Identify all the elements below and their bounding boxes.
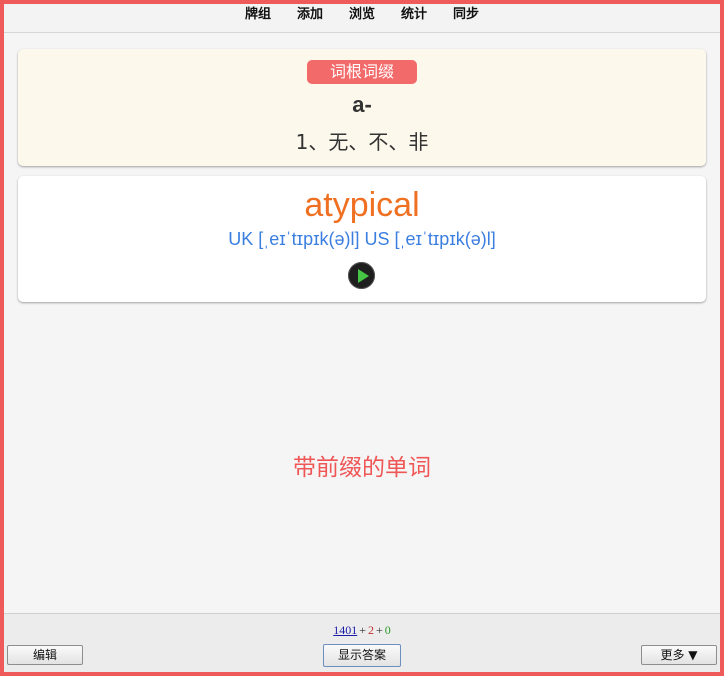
- nav-browse[interactable]: 浏览: [349, 1, 375, 29]
- affix-meaning: 1、无、不、非: [295, 130, 429, 154]
- due-counts: 1401 +2 +0: [4, 623, 720, 638]
- headword: atypical: [304, 186, 420, 224]
- show-answer-button[interactable]: 显示答案: [323, 644, 401, 667]
- nav-stats[interactable]: 统计: [401, 1, 427, 29]
- phonetic-text: UK [ˌeɪˈtɪpɪk(ə)l] US [ˌeɪˈtɪpɪk(ə)l]: [228, 229, 496, 249]
- word-card: atypical UK [ˌeɪˈtɪpɪk(ə)l] US [ˌeɪˈtɪpɪ…: [18, 176, 706, 302]
- more-button[interactable]: 更多 ▼: [641, 645, 717, 665]
- card-hint: 带前缀的单词: [293, 455, 431, 481]
- nav-add[interactable]: 添加: [297, 1, 323, 29]
- top-nav: 牌组 添加 浏览 统计 同步: [4, 4, 720, 33]
- play-icon[interactable]: [348, 262, 375, 289]
- nav-decks[interactable]: 牌组: [245, 1, 271, 29]
- plus-separator: +: [376, 623, 383, 637]
- learn-count: 2: [368, 623, 374, 637]
- root-affix-card: 词根词缀 a- 1、无、不、非: [18, 49, 706, 166]
- root-affix-badge: 词根词缀: [307, 60, 417, 84]
- nav-sync[interactable]: 同步: [453, 1, 479, 29]
- edit-button[interactable]: 编辑: [7, 645, 83, 665]
- review-count: 0: [384, 623, 391, 637]
- bottom-bar: 1401 +2 +0 编辑 显示答案 更多 ▼: [4, 613, 720, 672]
- app-window: 牌组 添加 浏览 统计 同步 词根词缀 a- 1、无、不、非 atypical …: [0, 0, 724, 676]
- new-count[interactable]: 1401: [333, 623, 357, 637]
- plus-separator: +: [359, 623, 366, 637]
- affix-text: a-: [352, 92, 372, 117]
